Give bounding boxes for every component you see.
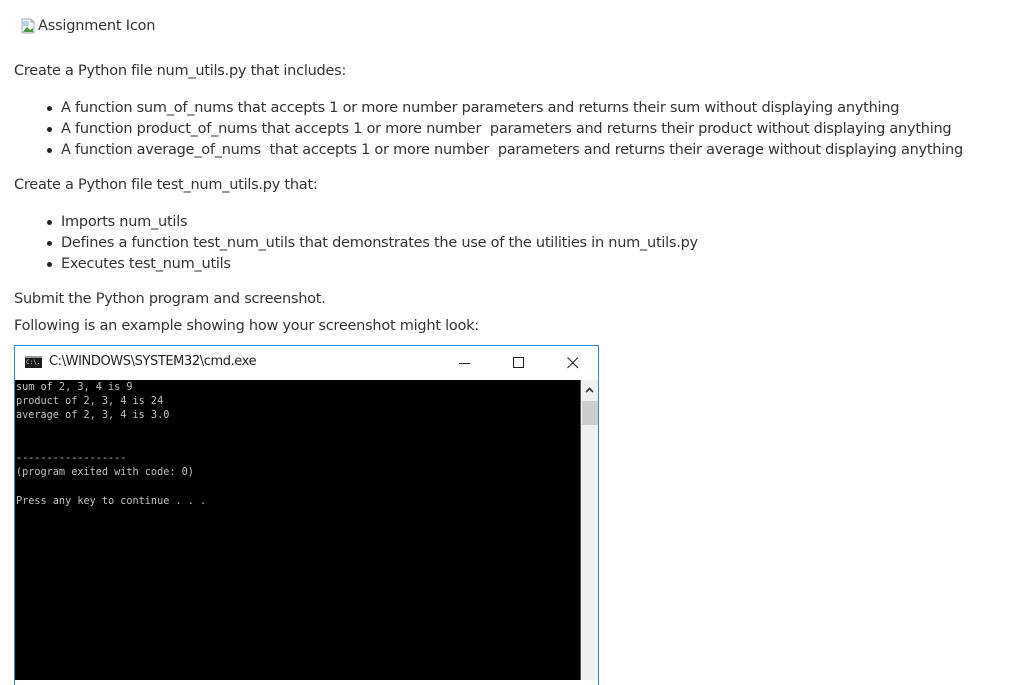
console-line: (program exited with code: 0) — [16, 467, 194, 479]
cmd-window-title: C:\WINDOWS\SYSTEM32\cmd.exe — [49, 354, 257, 369]
example-caption: Following is an example showing how your… — [14, 318, 479, 334]
section2-intro: Create a Python file test_num_utils.py t… — [14, 177, 318, 193]
list-item: A function sum_of_nums that accepts 1 or… — [47, 98, 963, 119]
console-line: average of 2, 3, 4 is 3.0 — [16, 410, 170, 422]
console-output-text: sum of 2, 3, 4 is 9 product of 2, 3, 4 i… — [16, 381, 206, 509]
assignment-icon-image: Assignment Icon — [21, 18, 155, 34]
test-num-utils-requirements-list: Imports num_utils Defines a function tes… — [47, 212, 698, 275]
console-line: ------------------ — [16, 453, 127, 465]
maximize-icon — [513, 357, 524, 368]
list-item: Executes test_num_utils — [47, 254, 698, 275]
chevron-up-icon — [585, 387, 594, 393]
list-item: A function product_of_nums that accepts … — [47, 119, 963, 140]
console-line: product of 2, 3, 4 is 24 — [16, 396, 164, 408]
minimize-icon — [459, 363, 470, 364]
assignment-icon-alt-text: Assignment Icon — [38, 18, 156, 34]
cmd-window-screenshot: C:\. C:\WINDOWS\SYSTEM32\cmd.exe sum of … — [14, 345, 599, 685]
console-line: Press any key to continue . . . — [16, 495, 207, 507]
list-item: Defines a function test_num_utils that d… — [47, 233, 698, 254]
cmd-titlebar: C:\. C:\WINDOWS\SYSTEM32\cmd.exe — [15, 346, 598, 380]
maximize-button — [496, 346, 542, 380]
scroll-thumb — [582, 401, 598, 425]
console-scrollbar — [580, 380, 598, 680]
console-output-area: sum of 2, 3, 4 is 9 product of 2, 3, 4 i… — [15, 380, 580, 680]
list-item: A function average_of_nums that accepts … — [47, 140, 963, 161]
console-line: sum of 2, 3, 4 is 9 — [16, 382, 133, 393]
cmd-app-icon: C:\. — [25, 356, 42, 368]
broken-image-icon — [21, 18, 37, 34]
submit-instructions: Submit the Python program and screenshot… — [14, 291, 326, 307]
list-item: Imports num_utils — [47, 212, 698, 233]
minimize-button — [442, 346, 488, 380]
close-icon — [567, 357, 579, 369]
scroll-up-button — [581, 380, 598, 400]
num-utils-requirements-list: A function sum_of_nums that accepts 1 or… — [47, 98, 963, 161]
section1-intro: Create a Python file num_utils.py that i… — [14, 63, 347, 79]
close-button — [550, 346, 596, 380]
